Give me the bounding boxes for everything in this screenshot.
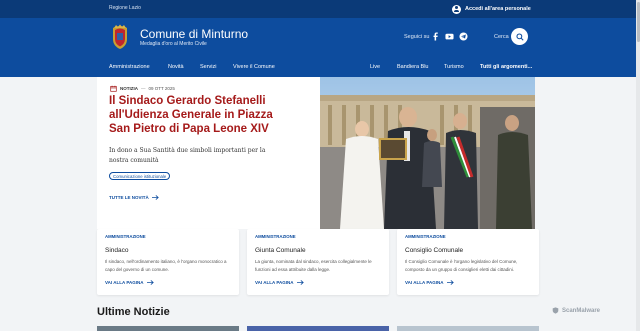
main-navigation: Amministrazione Novità Servizi Vivere il… [0,60,640,77]
watermark: ScanMalware [552,307,600,314]
card-title[interactable]: Consiglio Comunale [405,247,463,254]
latest-news-heading: Ultime Notizie [97,306,170,318]
region-link[interactable]: Regione Lazio [109,5,141,11]
youtube-icon[interactable] [445,32,454,41]
nav-item-servizi[interactable]: Servizi [200,64,217,70]
nav-item-vivere-il-comune[interactable]: Vivere il Comune [233,64,275,70]
card-title[interactable]: Giunta Comunale [255,247,306,254]
nav-item-all-topics[interactable]: Tutti gli argomenti... [480,64,532,70]
card-consiglio-comunale: AMMINISTRAZIONE Consiglio Comunale Il Co… [397,229,539,295]
top-bar: Regione Lazio Accedi all'area personale [0,0,640,18]
card-sindaco: AMMINISTRAZIONE Sindaco Il sindaco, nell… [97,229,239,295]
all-news-link[interactable]: TUTTE LE NOVITÀ [109,195,159,200]
featured-news-photo[interactable] [320,77,535,229]
login-link[interactable]: Accedi all'area personale [452,3,531,15]
card-title[interactable]: Sindaco [105,247,129,254]
shield-icon [552,307,559,314]
card-giunta-comunale: AMMINISTRAZIONE Giunta Comunale La giunt… [247,229,389,295]
card-link-label: VAI ALLA PAGINA [105,280,144,285]
news-thumbnail[interactable] [397,326,539,331]
follow-label: Seguici su [404,34,430,40]
news-date: 09 OTT 2025 [148,86,175,91]
search-label: Cerca [494,34,509,40]
featured-news-description: In dono a Sua Santità due simboli import… [109,147,266,164]
news-thumbnail[interactable] [97,326,239,331]
calendar-icon [110,85,117,92]
arrow-right-icon [151,195,159,200]
news-category[interactable]: NOTIZIA [120,86,138,91]
nav-item-turismo[interactable]: Turismo [444,64,464,70]
topic-tag[interactable]: Comunicazione istituzionale [109,172,171,180]
card-kicker[interactable]: AMMINISTRAZIONE [105,234,146,239]
card-link-label: VAI ALLA PAGINA [255,280,294,285]
search-button[interactable] [511,28,528,45]
arrow-right-icon [296,280,304,285]
nav-item-bandiera-blu[interactable]: Bandiera Blu [397,64,429,70]
card-description: Il sindaco, nell'ordinamento italiano, è… [105,259,227,272]
all-news-label: TUTTE LE NOVITÀ [109,195,149,200]
site-subtitle: Medaglia d'oro al Merito Civile [140,41,207,47]
search-icon [515,32,524,41]
user-icon [452,4,461,14]
card-description: Il Consiglio Comunale è l'organo legisla… [405,259,518,272]
featured-news-title[interactable]: Il Sindaco Gerardo Stefanelli all'Udienz… [109,94,289,136]
card-kicker[interactable]: AMMINISTRAZIONE [405,234,446,239]
card-link[interactable]: VAI ALLA PAGINA [405,280,454,285]
municipal-crest-logo[interactable] [110,24,130,50]
arrow-right-icon [446,280,454,285]
page-scrollbar[interactable] [636,0,640,331]
arrow-right-icon [146,280,154,285]
meta-separator: — [141,86,146,91]
telegram-icon[interactable] [459,32,468,41]
site-title[interactable]: Comune di Minturno [140,27,248,41]
login-label: Accedi all'area personale [465,6,531,12]
site-header: Comune di Minturno Medaglia d'oro al Mer… [0,18,640,60]
card-kicker[interactable]: AMMINISTRAZIONE [255,234,296,239]
news-thumbnail[interactable] [247,326,389,331]
card-link[interactable]: VAI ALLA PAGINA [255,280,304,285]
watermark-label: ScanMalware [562,307,601,314]
scrollbar-thumb[interactable] [636,2,640,42]
nav-item-novita[interactable]: Novità [168,64,184,70]
card-link-label: VAI ALLA PAGINA [405,280,444,285]
featured-news-panel: NOTIZIA — 09 OTT 2025 Il Sindaco Gerardo… [97,77,320,229]
nav-item-live[interactable]: Live [370,64,380,70]
news-meta: NOTIZIA — 09 OTT 2025 [110,85,175,92]
card-description: La giunta, nominata dal sindaco, esercit… [255,259,372,272]
card-link[interactable]: VAI ALLA PAGINA [105,280,154,285]
facebook-icon[interactable] [431,32,440,41]
nav-item-amministrazione[interactable]: Amministrazione [109,64,150,70]
